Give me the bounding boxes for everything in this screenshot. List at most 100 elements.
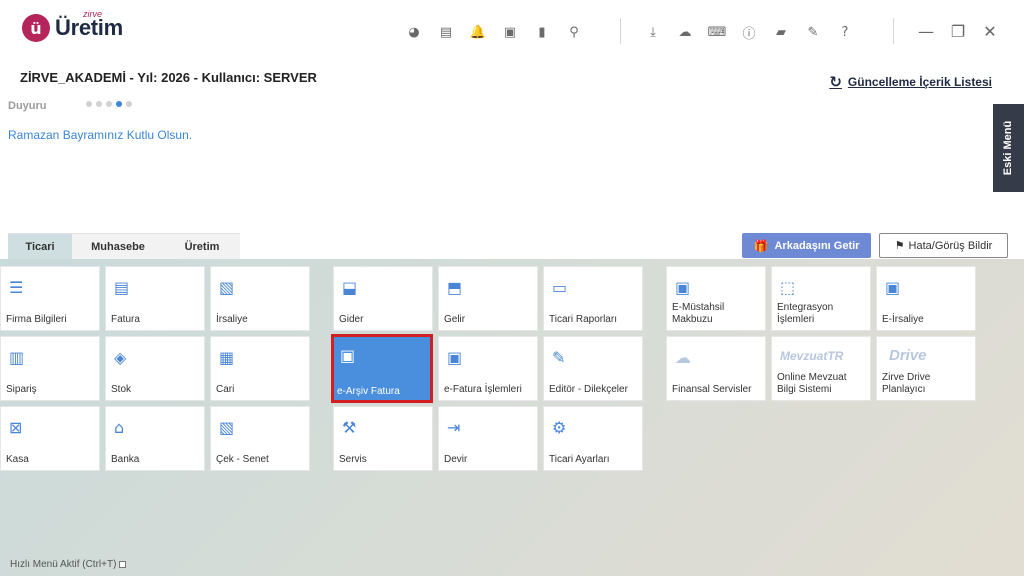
tab-ticari[interactable]: Ticari	[8, 233, 72, 260]
feedback-button[interactable]: ⚑ Hata/Görüş Bildir	[879, 233, 1008, 258]
minimize-icon[interactable]: —	[910, 18, 942, 44]
announcement-label: Duyuru	[8, 100, 47, 112]
tile-stok[interactable]: ◈ Stok	[105, 336, 205, 401]
tile-label: E-Müstahsil Makbuzu	[672, 302, 725, 325]
old-menu-label: Eski Menü	[1002, 120, 1015, 176]
e-archive-icon: ▣	[340, 345, 356, 365]
expense-icon: ⬓	[342, 277, 358, 297]
logo-badge: ü	[22, 14, 50, 42]
tile-label: Gider	[339, 314, 364, 325]
tile-label: Stok	[111, 384, 132, 395]
tile-siparis[interactable]: ▥ Sipariş	[0, 336, 100, 401]
download-icon[interactable]: ⤓	[637, 21, 669, 43]
tile-banka[interactable]: ⌂ Banka	[105, 406, 205, 471]
document-edit-icon: ✎	[552, 347, 566, 367]
tile-cari[interactable]: ▦ Cari	[210, 336, 310, 401]
tile-ticari-ayarlar[interactable]: ⚙ Ticari Ayarları	[543, 406, 643, 471]
close-icon[interactable]: ✕	[974, 18, 1006, 44]
e-waybill-icon: ▣	[885, 277, 901, 297]
history-icon: ↻	[829, 73, 842, 91]
tile-e-mustahsil[interactable]: ▣ E-Müstahsil Makbuzu	[666, 266, 766, 331]
book-icon[interactable]: ▮	[526, 21, 558, 43]
cloud-upload-icon[interactable]: ☁	[669, 21, 701, 43]
tab-uretim[interactable]: Üretim	[164, 233, 240, 260]
tile-finansal-servisler[interactable]: ☁ Finansal Servisler	[666, 336, 766, 401]
pager-dot[interactable]	[86, 101, 92, 107]
news-icon[interactable]: ▤	[430, 21, 462, 43]
box-icon: ◈	[114, 347, 127, 367]
header-divider	[893, 18, 894, 44]
tile-label: Gelir	[444, 314, 466, 325]
transfer-icon: ⇥	[447, 417, 461, 437]
restore-icon[interactable]: ❐	[942, 18, 974, 44]
tile-e-fatura-islemleri[interactable]: ▣ e-Fatura İşlemleri	[438, 336, 538, 401]
tile-label: e-Arşiv Fatura	[337, 386, 400, 397]
invoice-icon: ▤	[114, 277, 130, 297]
tile-devir[interactable]: ⇥ Devir	[438, 406, 538, 471]
app-logo: ü zirve Üretim	[22, 9, 123, 42]
feedback-label: Hata/Görüş Bildir	[908, 239, 993, 252]
tile-servis[interactable]: ⚒ Servis	[333, 406, 433, 471]
quick-menu-toggle[interactable]: Hızlı Menü Aktif (Ctrl+T)	[10, 559, 127, 570]
tile-kasa[interactable]: ⊠ Kasa	[0, 406, 100, 471]
quick-menu-checkbox[interactable]	[119, 561, 127, 568]
tile-label: Sipariş	[6, 384, 37, 395]
tile-label: Fatura	[111, 314, 140, 325]
tile-label: Kasa	[6, 454, 29, 465]
tab-muhasebe[interactable]: Muhasebe	[72, 233, 164, 260]
tile-label: Finansal Servisler	[672, 384, 752, 395]
tile-e-irsaliye[interactable]: ▣ E-İrsaliye	[876, 266, 976, 331]
cheque-icon: ▧	[219, 417, 235, 437]
session-info: ZİRVE_AKADEMİ - Yıl: 2026 - Kullanıcı: S…	[20, 70, 317, 85]
tile-label: e-Fatura İşlemleri	[444, 384, 522, 395]
update-list-label: Güncelleme İçerik Listesi	[847, 75, 992, 89]
pager-dot[interactable]	[106, 101, 112, 107]
bell-icon[interactable]: 🔔	[462, 21, 494, 43]
presentation-icon: ▭	[552, 277, 568, 297]
tile-online-mevzuat[interactable]: MevzuatTR Online Mevzuat Bilgi Sistemi	[771, 336, 871, 401]
clipboard-icon: ▥	[9, 347, 25, 367]
tile-ticari-raporlar[interactable]: ▭ Ticari Raporları	[543, 266, 643, 331]
update-list-link[interactable]: ↻ Güncelleme İçerik Listesi	[829, 73, 992, 91]
tile-label: Devir	[444, 454, 468, 465]
location-pin-icon[interactable]: ⚲	[558, 21, 590, 43]
drive-logo: Drive	[889, 347, 927, 364]
integration-icon: ⬚	[780, 277, 796, 297]
flag-icon: ⚑	[894, 239, 905, 252]
info-icon[interactable]: ⓘ	[733, 21, 765, 43]
pager-dot-active[interactable]	[116, 101, 122, 107]
tile-firma-bilgileri[interactable]: ☰ Firma Bilgileri	[0, 266, 100, 331]
money-icon[interactable]: ▣	[494, 21, 526, 43]
id-card-icon: ☰	[9, 277, 24, 297]
wrench-icon: ⚒	[342, 417, 357, 437]
old-menu-button[interactable]: Eski Menü	[993, 104, 1024, 192]
quick-menu-label: Hızlı Menü Aktif (Ctrl+T)	[10, 559, 117, 570]
invite-friend-label: Arkadaşını Getir	[774, 239, 860, 252]
keyboard-icon[interactable]: ⌨	[701, 21, 733, 43]
tile-zirve-drive[interactable]: Drive Zirve Drive Planlayıcı	[876, 336, 976, 401]
gift-icon: 🎁	[753, 238, 769, 253]
tile-cek-senet[interactable]: ▧ Çek - Senet	[210, 406, 310, 471]
pie-chart-icon[interactable]: ◕	[398, 21, 430, 43]
tile-gider[interactable]: ⬓ Gider	[333, 266, 433, 331]
tile-entegrasyon[interactable]: ⬚ Entegrasyon İşlemleri	[771, 266, 871, 331]
chat-icon[interactable]: ▰	[765, 21, 797, 43]
tile-label: Ticari Ayarları	[549, 454, 610, 465]
tile-irsaliye[interactable]: ▧ İrsaliye	[210, 266, 310, 331]
announcement-pager	[86, 101, 132, 107]
bank-icon: ⌂	[114, 417, 125, 437]
edit-icon[interactable]: ✎	[797, 21, 829, 43]
help-icon[interactable]: ?	[829, 21, 861, 43]
tile-gelir[interactable]: ⬒ Gelir	[438, 266, 538, 331]
pager-dot[interactable]	[96, 101, 102, 107]
tile-label: Online Mevzuat Bilgi Sistemi	[777, 372, 847, 395]
logo-small-text: zirve	[83, 9, 103, 19]
tile-e-arsiv-fatura[interactable]: ▣ e-Arşiv Fatura	[331, 334, 433, 403]
tile-fatura[interactable]: ▤ Fatura	[105, 266, 205, 331]
financial-chart-icon: ☁	[675, 347, 691, 367]
invite-friend-button[interactable]: 🎁 Arkadaşını Getir	[742, 233, 871, 258]
header-divider	[620, 18, 621, 44]
tile-editor-dilekceler[interactable]: ✎ Editör - Dilekçeler	[543, 336, 643, 401]
tile-panel: ☰ Firma Bilgileri ▤ Fatura ▧ İrsaliye ⬓ …	[0, 259, 1024, 576]
pager-dot[interactable]	[126, 101, 132, 107]
